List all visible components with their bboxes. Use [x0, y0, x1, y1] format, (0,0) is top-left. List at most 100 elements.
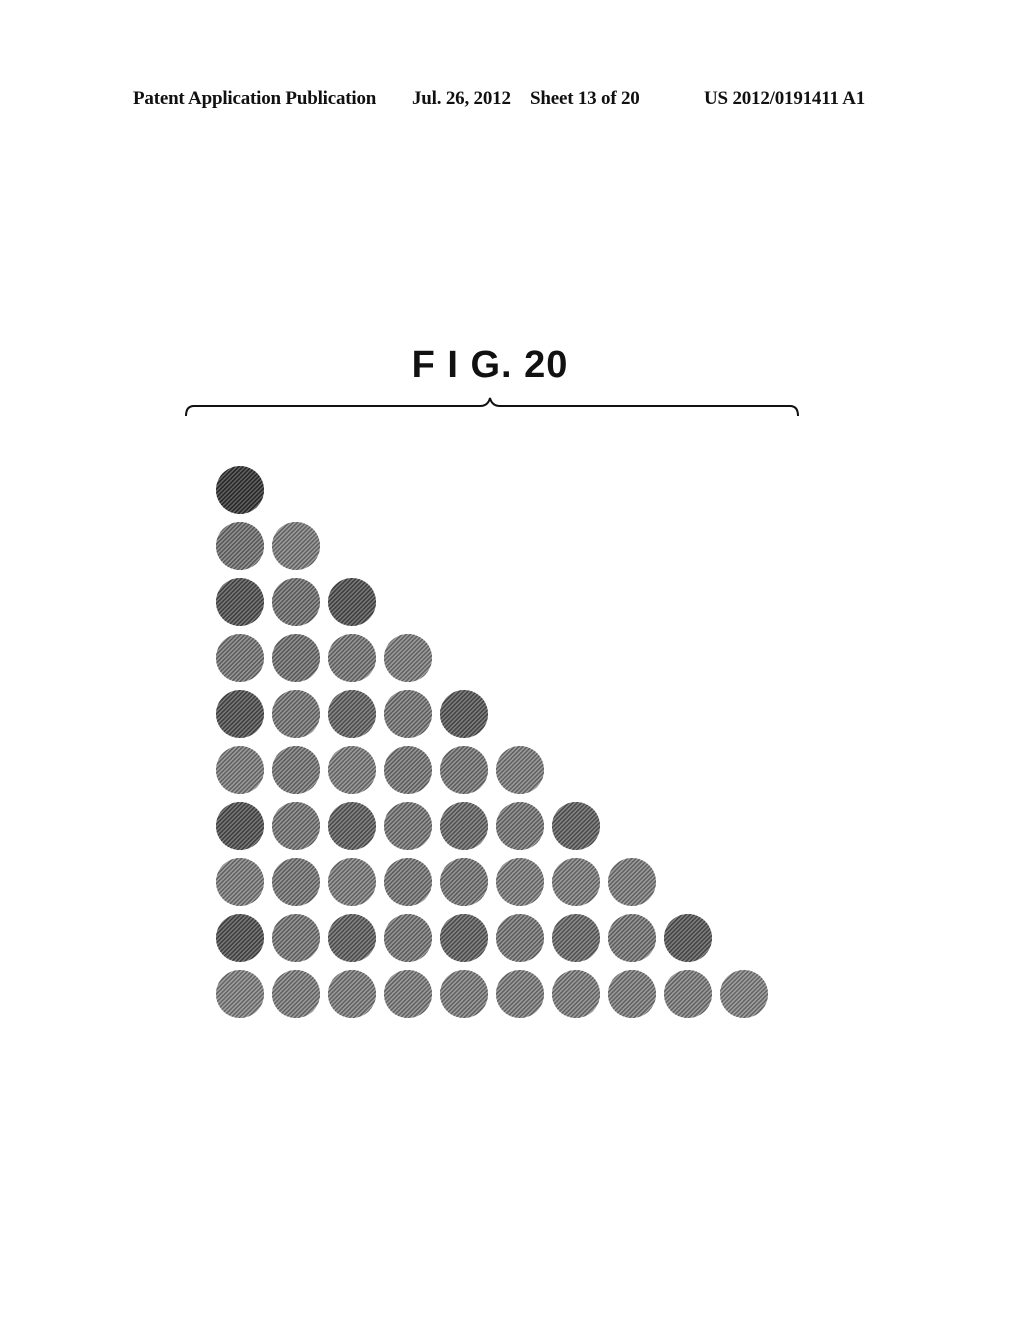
circle-hatch: [384, 690, 432, 738]
circle-tone: [272, 914, 320, 962]
pattern-circle: [272, 858, 320, 906]
circle-tone: [216, 690, 264, 738]
pattern-circle: [328, 690, 376, 738]
pattern-circle: [384, 970, 432, 1018]
circle-tone: [216, 914, 264, 962]
pattern-circle: [272, 522, 320, 570]
pattern-circle: [328, 634, 376, 682]
circle-tone: [272, 802, 320, 850]
circle-tone: [216, 970, 264, 1018]
circle-hatch: [552, 858, 600, 906]
pattern-circle: [384, 914, 432, 962]
circle-hatch: [552, 914, 600, 962]
pattern-circle: [440, 914, 488, 962]
circle-hatch: [272, 914, 320, 962]
circle-hatch: [440, 858, 488, 906]
circle-hatch: [608, 858, 656, 906]
circle-tone: [272, 578, 320, 626]
circle-hatch: [272, 970, 320, 1018]
circle-tone: [272, 746, 320, 794]
pattern-circle: [216, 970, 264, 1018]
circle-tone: [216, 634, 264, 682]
circle-tone: [328, 802, 376, 850]
circle-tone: [328, 690, 376, 738]
circle-hatch: [664, 970, 712, 1018]
pattern-circle: [664, 970, 712, 1018]
circle-tone: [384, 746, 432, 794]
circle-tone: [216, 858, 264, 906]
circle-hatch: [496, 914, 544, 962]
pattern-circle: [552, 858, 600, 906]
circle-tone: [608, 970, 656, 1018]
circle-hatch: [272, 746, 320, 794]
pattern-circle: [272, 746, 320, 794]
circle-hatch: [216, 858, 264, 906]
circle-hatch: [664, 914, 712, 962]
pattern-circle: [496, 858, 544, 906]
circle-tone: [272, 858, 320, 906]
circle-tone: [496, 970, 544, 1018]
circle-tone: [440, 914, 488, 962]
circle-tone: [272, 970, 320, 1018]
pattern-circle: [440, 690, 488, 738]
circle-hatch: [216, 802, 264, 850]
circle-hatch: [216, 522, 264, 570]
circle-tone: [216, 802, 264, 850]
circle-hatch: [216, 634, 264, 682]
circle-hatch: [496, 858, 544, 906]
circle-hatch: [216, 578, 264, 626]
pattern-circle: [664, 914, 712, 962]
circle-hatch: [272, 634, 320, 682]
pattern-circle: [720, 970, 768, 1018]
circle-hatch: [384, 802, 432, 850]
circle-hatch: [552, 970, 600, 1018]
circle-hatch: [216, 466, 264, 514]
pattern-circle: [608, 970, 656, 1018]
circle-hatch: [328, 746, 376, 794]
circle-hatch: [272, 578, 320, 626]
pattern-circle: [328, 970, 376, 1018]
circle-hatch: [328, 858, 376, 906]
pattern-circle: [328, 858, 376, 906]
circle-hatch: [272, 690, 320, 738]
pattern-circle: [216, 578, 264, 626]
circle-tone: [496, 746, 544, 794]
pattern-circle: [216, 690, 264, 738]
circle-hatch: [216, 690, 264, 738]
circle-tone: [720, 970, 768, 1018]
circle-tone: [384, 858, 432, 906]
pattern-circle: [216, 466, 264, 514]
pattern-circle: [216, 634, 264, 682]
circle-tone: [328, 746, 376, 794]
circle-hatch: [328, 634, 376, 682]
circle-tone: [440, 970, 488, 1018]
pattern-circle: [384, 858, 432, 906]
pattern-circle: [384, 746, 432, 794]
circle-hatch: [384, 970, 432, 1018]
circle-tone: [216, 578, 264, 626]
circle-hatch: [440, 970, 488, 1018]
circle-tone: [440, 690, 488, 738]
circle-hatch: [216, 746, 264, 794]
circle-tone: [552, 970, 600, 1018]
circle-hatch: [496, 746, 544, 794]
circle-tone: [328, 858, 376, 906]
pattern-circle: [272, 634, 320, 682]
publication-label: Patent Application Publication: [133, 88, 377, 109]
circle-array-svg: [216, 466, 768, 1018]
pattern-circle: [440, 970, 488, 1018]
publication-date: Jul. 26, 2012: [412, 88, 511, 109]
circle-tone: [272, 522, 320, 570]
pattern-circle: [552, 914, 600, 962]
circle-hatch: [328, 970, 376, 1018]
pattern-circle: [384, 802, 432, 850]
circle-tone: [496, 802, 544, 850]
pattern-circle: [328, 914, 376, 962]
pattern-circle: [272, 970, 320, 1018]
pattern-circle: [552, 970, 600, 1018]
pattern-circle: [440, 858, 488, 906]
pattern-circle: [216, 746, 264, 794]
circle-tone: [440, 802, 488, 850]
pattern-circle: [216, 858, 264, 906]
circle-tone: [272, 690, 320, 738]
